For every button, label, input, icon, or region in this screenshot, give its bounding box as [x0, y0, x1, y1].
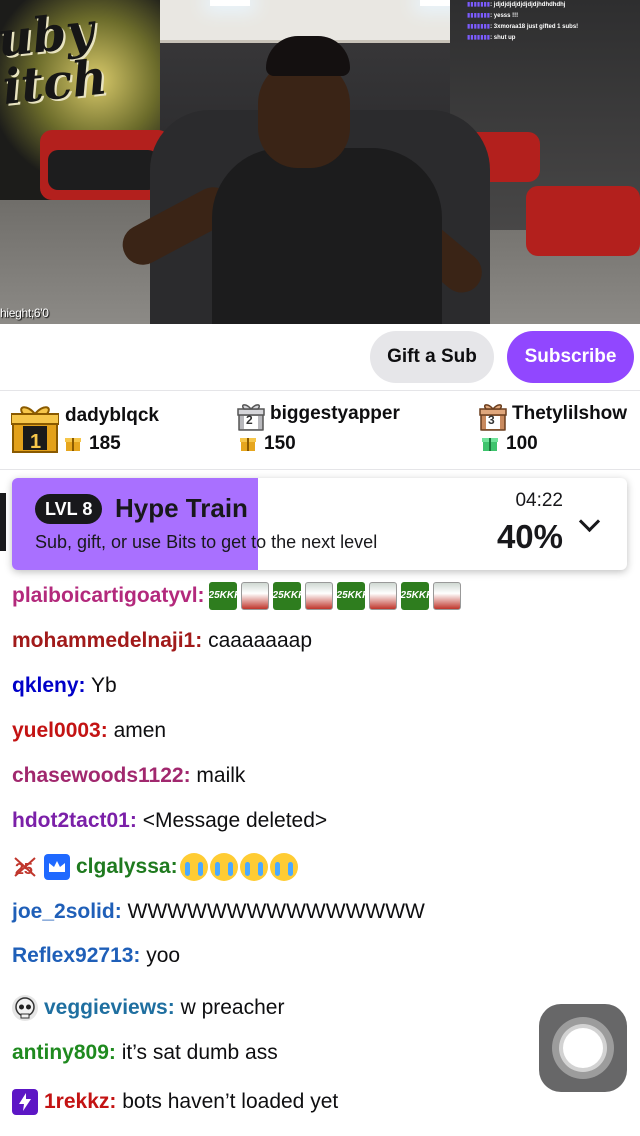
alert-line: ▮▮▮▮▮▮▮: 3xmoraa18 just gifted 1 subs! [467, 24, 579, 30]
streamer-torso [212, 148, 442, 324]
chat-username[interactable]: plaiboicartigoatyvl: [12, 584, 205, 607]
chat-message-text: Yb [85, 674, 117, 697]
chat-username[interactable]: clgalyssa: [76, 855, 178, 878]
chat-message[interactable]: hdot2tact01: <Message deleted> [12, 801, 327, 841]
hype-train-percent: 40% [496, 518, 563, 555]
chat-message-text: it’s sat dumb ass [115, 1041, 278, 1064]
chat-message-text: caaaaaaap [202, 629, 313, 652]
crying-emoji-icon [209, 853, 238, 882]
gift-icon [240, 438, 256, 451]
chat-username[interactable]: qkleny: [12, 674, 86, 697]
chat-message[interactable]: 25 clgalyssa: [12, 847, 298, 887]
chat-message[interactable]: 1rekkz: bots haven’t loaded yet [12, 1082, 338, 1122]
ceiling-light [210, 0, 250, 6]
red-sofa-far [526, 186, 640, 256]
chat-username[interactable]: antiny809: [12, 1041, 116, 1064]
hype-level-badge: LVL 8 [35, 494, 103, 524]
face-emote-icon [368, 582, 397, 611]
sofa-cushion [48, 150, 158, 190]
skull-badge-icon[interactable] [12, 995, 38, 1022]
rank-number: 1 [30, 431, 42, 453]
chat-username[interactable]: 1rekkz: [44, 1090, 116, 1113]
crying-emoji-icon [239, 853, 268, 882]
chat-message[interactable]: qkleny: Yb [12, 666, 117, 706]
chat-message-text: w preacher [174, 996, 285, 1019]
chat-message-text: bots haven’t loaded yet [116, 1090, 339, 1113]
sub-badge-icon[interactable]: 25 [12, 854, 38, 881]
hype-train-banner[interactable]: LVL 8 Hype Train Sub, gift, or use Bits … [12, 478, 627, 570]
stream-overlay-text: hieght;6'0 [0, 306, 49, 320]
prime-badge-icon[interactable] [44, 854, 70, 881]
leader-amount: 185 [65, 433, 121, 455]
chat-username[interactable]: hdot2tact01: [12, 809, 137, 832]
stream-alert-overlay: ▮▮▮▮▮▮▮: jdjdjdjdjdjdjdjdjhdhdhdhj ▮▮▮▮▮… [467, 0, 632, 44]
chat-username[interactable]: chasewoods1122: [12, 764, 191, 787]
turbo-badge-icon[interactable] [12, 1089, 38, 1116]
chat-message-text: amen [107, 719, 167, 742]
crying-emoji-icon [179, 853, 208, 882]
chat-message-text: <Message deleted> [136, 809, 328, 832]
alert-line: ▮▮▮▮▮▮▮: yesss !!! [467, 13, 519, 19]
chat-username[interactable]: yuel0003: [12, 719, 108, 742]
leaderboard-entry-3[interactable]: 3 Thetylilshow 100 [472, 391, 640, 469]
chat-message[interactable]: Reflex92713: yoo [12, 936, 180, 976]
leaderboard-entry-2[interactable]: 2 biggestyapper 150 [230, 391, 470, 469]
chat-message[interactable]: chasewoods1122: mailk [12, 756, 245, 796]
face-emote-icon [240, 582, 269, 611]
leader-name: biggestyapper [270, 403, 400, 424]
chat-message[interactable]: veggieviews: w preacher [12, 988, 284, 1028]
25k-emote-icon: 25KKK [336, 582, 369, 611]
face-emote-icon [432, 582, 461, 611]
chat-message-text: WWWWWWWWWWWWWWW [121, 900, 425, 923]
rank-number: 2 [246, 413, 253, 427]
chat-username[interactable]: joe_2solid: [12, 900, 122, 923]
rank-number: 3 [488, 413, 495, 427]
left-edge-tab [0, 493, 6, 551]
chat-message[interactable]: mohammedelnaji1: caaaaaaap [12, 621, 312, 661]
25k-emote-icon: 25KKK [400, 582, 433, 611]
chat-message[interactable]: yuel0003: amen [12, 711, 166, 751]
streamer-hair [266, 36, 350, 76]
assistive-ring [563, 1028, 603, 1068]
graffiti-text: uby itch [0, 2, 110, 116]
chat-username[interactable]: Reflex92713: [12, 944, 140, 967]
leader-name: Thetylilshow [512, 403, 628, 424]
chat-message-text: yoo [140, 944, 181, 967]
hype-train-subtitle: Sub, gift, or use Bits to get to the nex… [35, 532, 378, 552]
face-emote-icon [304, 582, 333, 611]
gift-icon [482, 438, 498, 451]
hype-train-progress-fill [12, 478, 258, 570]
hype-train-timer: 04:22 [515, 490, 563, 511]
leader-amount: 150 [240, 433, 296, 455]
chat-message[interactable]: joe_2solid: WWWWWWWWWWWWWWW [12, 892, 425, 932]
chat-username[interactable]: mohammedelnaji1: [12, 629, 202, 652]
25k-emote-icon: 25KKK [272, 582, 305, 611]
chat-message[interactable]: antiny809: it’s sat dumb ass [12, 1033, 278, 1073]
gift-a-sub-button[interactable]: Gift a Sub [370, 331, 494, 383]
subscribe-bar: Gift a Sub Subscribe [0, 324, 640, 390]
subscribe-button[interactable]: Subscribe [507, 331, 634, 383]
assistive-touch-icon[interactable] [539, 1004, 627, 1092]
chat-username[interactable]: veggieviews: [44, 996, 175, 1019]
alert-line: ▮▮▮▮▮▮▮: jdjdjdjdjdjdjdjdjhdhdhdhj [467, 2, 566, 8]
crying-emoji-icon [269, 853, 298, 882]
gift-leaderboard[interactable]: 1 dadyblqck 185 2 biggestyapper 150 3 Th… [0, 390, 640, 470]
video-player[interactable]: uby itch ▮▮▮▮▮▮▮: jdjdjdjdjdjdjdjdjhdhdh… [0, 0, 640, 324]
leaderboard-entry-1[interactable]: 1 dadyblqck 185 [0, 391, 220, 469]
chat-message[interactable]: plaiboicartigoatyvl: 25KKK 25KKK 25KKK 25KKK [12, 576, 461, 616]
alert-line: ▮▮▮▮▮▮▮: shut up [467, 35, 516, 41]
leader-name: dadyblqck [65, 405, 159, 426]
chevron-down-icon[interactable] [578, 510, 601, 533]
hype-train-title: Hype Train [115, 493, 248, 523]
gift-icon [65, 438, 81, 451]
25k-emote-icon: 25KKK [208, 582, 241, 611]
chat-message-text: mailk [190, 764, 246, 787]
leader-amount: 100 [482, 433, 538, 455]
